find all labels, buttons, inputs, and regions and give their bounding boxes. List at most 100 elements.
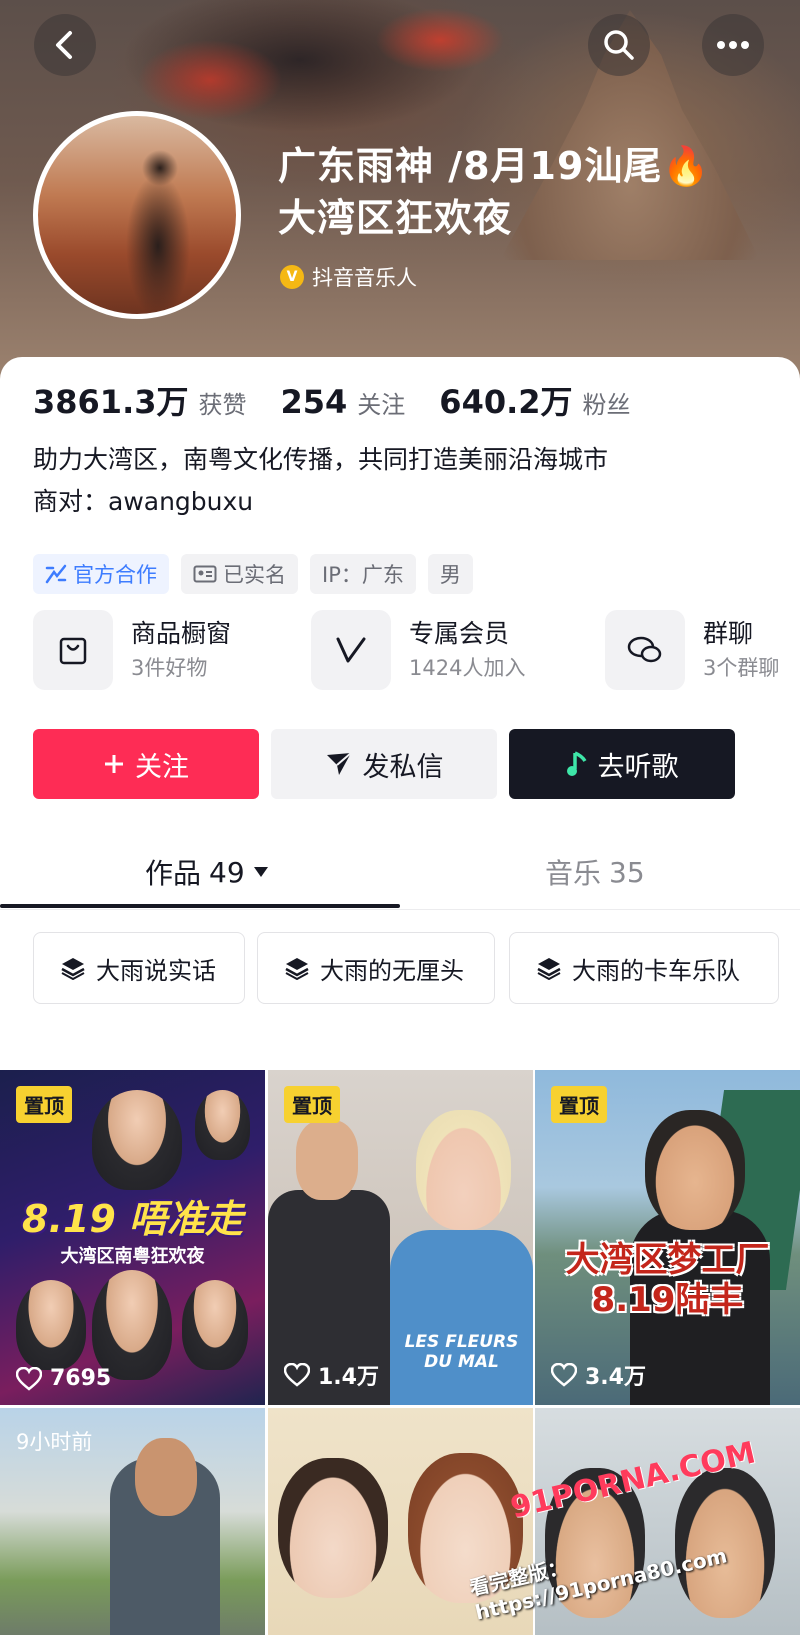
v-icon — [336, 637, 366, 663]
video-tile[interactable]: LES FLEURS DU MAL 置顶 1.4万 — [268, 1070, 533, 1405]
shortcut-title: 群聊 — [703, 619, 754, 648]
nickname-line-1: 广东雨神 /8月19汕尾🔥 — [278, 144, 711, 188]
following-count[interactable]: 254 — [281, 383, 348, 421]
layers-icon — [537, 958, 561, 980]
tab-works-count: 49 — [209, 855, 245, 889]
more-options-button[interactable] — [702, 14, 764, 76]
tag-real-name: 已实名 — [181, 554, 298, 594]
collection-chip[interactable]: 大雨的无厘头 — [257, 932, 495, 1004]
video-tile[interactable]: 9小时前 — [0, 1408, 265, 1635]
followers-count[interactable]: 640.2万 — [439, 377, 572, 423]
video-tile[interactable]: 大湾区梦工厂 8.19陆丰 置顶 3.4万 — [535, 1070, 800, 1405]
likes-count: 7695 — [50, 1366, 112, 1391]
tag-label: 官方合作 — [73, 563, 157, 587]
likes-count: 3.4万 — [585, 1365, 646, 1390]
video-likes: 1.4万 — [284, 1359, 379, 1391]
post-time-badge: 9小时前 — [16, 1430, 93, 1454]
shortcut-title: 专属会员 — [409, 619, 510, 648]
video-thumbnail-person — [195, 1090, 250, 1160]
bio: 助力大湾区，南粤文化传播，共同打造美丽沿海城市 商对：awangbuxu — [33, 439, 608, 523]
nickname-line-2: 大湾区狂欢夜 — [278, 196, 513, 240]
verified-badge-icon: V — [280, 265, 304, 289]
video-thumbnail-person — [182, 1280, 248, 1370]
shortcut-subtitle: 3件好物 — [131, 656, 208, 680]
bio-line-1: 助力大湾区，南粤文化传播，共同打造美丽沿海城市 — [33, 445, 609, 474]
message-label: 发私信 — [362, 751, 444, 783]
chat-icon — [627, 636, 662, 663]
video-thumbnail-person — [92, 1090, 182, 1190]
music-note-icon — [566, 751, 587, 776]
shortcut-subtitle: 3个群聊 — [703, 656, 780, 680]
listen-music-button[interactable]: 去听歌 — [509, 729, 735, 799]
tab-works-label: 作品 — [145, 857, 202, 890]
tab-music-count: 35 — [609, 855, 645, 889]
collection-chip[interactable]: 大雨说实话 — [33, 932, 245, 1004]
video-thumbnail-person-face — [135, 1438, 197, 1516]
shortcut-title: 商品橱窗 — [131, 619, 232, 648]
video-thumbnail-person — [16, 1280, 86, 1370]
video-thumbnail-person-face — [296, 1120, 358, 1200]
bio-line-2: 商对：awangbuxu — [33, 487, 254, 516]
chevron-left-icon — [56, 31, 72, 59]
collection-label: 大雨的无厘头 — [320, 956, 464, 985]
layers-icon — [61, 958, 85, 980]
tag-official-cooperation[interactable]: 官方合作 — [33, 554, 169, 594]
video-caption: 大湾区梦工厂 8.19陆丰 — [565, 1240, 770, 1320]
collection-label: 大雨说实话 — [96, 956, 216, 985]
pinned-badge: 置顶 — [16, 1086, 72, 1123]
video-thumbnail-person-face — [278, 1458, 388, 1598]
tag-label: 已实名 — [223, 563, 286, 587]
follow-label: 关注 — [135, 751, 189, 783]
action-buttons: 关注 发私信 去听歌 — [33, 729, 735, 799]
search-button[interactable] — [588, 14, 650, 76]
following-label[interactable]: 关注 — [357, 385, 405, 420]
video-tile[interactable]: 8.19 唔准走 大湾区南粤狂欢夜 置顶 7695 — [0, 1070, 265, 1405]
stats-row: 3861.3万 获赞 254 关注 640.2万 粉丝 — [33, 377, 665, 423]
video-thumbnail-person-face — [645, 1110, 745, 1230]
heart-icon — [284, 1363, 310, 1387]
listen-label: 去听歌 — [597, 751, 679, 783]
verification-row: V 抖音音乐人 — [280, 262, 417, 292]
follow-button[interactable]: 关注 — [33, 729, 259, 799]
video-thumbnail-person-face — [416, 1110, 511, 1230]
video-caption: 8.19 唔准走 — [22, 1197, 243, 1241]
tab-works[interactable]: 作品 49 — [145, 852, 269, 892]
content-tabs: 作品 49 音乐 35 — [0, 832, 800, 912]
avatar[interactable] — [33, 111, 241, 319]
handshake-icon — [45, 564, 67, 584]
collection-label: 大雨的卡车乐队 — [572, 956, 740, 985]
search-icon — [604, 30, 634, 60]
more-dots-icon — [717, 41, 749, 49]
send-message-button[interactable]: 发私信 — [271, 729, 497, 799]
collection-chip[interactable]: 大雨的卡车乐队 — [509, 932, 779, 1004]
caret-down-icon — [253, 867, 268, 877]
likes-count: 3861.3万 — [33, 383, 189, 421]
shortcut-group-chat[interactable]: 群聊 3个群聊 — [605, 610, 779, 690]
heart-icon — [16, 1366, 42, 1391]
tag-label: 男 — [439, 563, 461, 587]
likes-count: 1.4万 — [318, 1365, 379, 1390]
bag-icon — [59, 637, 87, 665]
shortcut-row: 商品橱窗 3件好物 专属会员 1424人加入 群聊 3个群聊 — [33, 610, 800, 690]
send-icon — [326, 752, 352, 775]
profile-card: 3861.3万 获赞 254 关注 640.2万 粉丝 助力大湾区，南粤文化传播… — [0, 357, 800, 1635]
video-subtitle: LES FLEURS DU MAL — [404, 1332, 519, 1372]
tag-ip-location: IP：广东 — [310, 554, 416, 594]
video-likes: 7695 — [16, 1366, 111, 1391]
video-thumbnail-person — [92, 1270, 172, 1380]
back-button[interactable] — [34, 14, 96, 76]
profile-tags: 官方合作 已实名 IP：广东 男 — [33, 554, 473, 594]
likes-label: 获赞 — [198, 391, 247, 419]
shortcut-subtitle: 1424人加入 — [409, 656, 526, 680]
tag-gender: 男 — [427, 554, 473, 594]
collections-row: 大雨说实话 大雨的无厘头 大雨的卡车乐队 — [33, 932, 800, 1004]
video-thumbnail-person-body — [390, 1230, 533, 1405]
pinned-badge: 置顶 — [551, 1086, 607, 1123]
shortcut-exclusive-membership[interactable]: 专属会员 1424人加入 — [311, 610, 525, 690]
followers-label[interactable]: 粉丝 — [583, 385, 631, 420]
active-tab-indicator — [0, 904, 400, 908]
profile-cover: 广东雨神 /8月19汕尾🔥 大湾区狂欢夜 V 抖音音乐人 — [0, 0, 800, 400]
heart-icon — [551, 1363, 577, 1387]
shortcut-product-window[interactable]: 商品橱窗 3件好物 — [33, 610, 231, 690]
tab-music[interactable]: 音乐 35 — [545, 852, 645, 892]
